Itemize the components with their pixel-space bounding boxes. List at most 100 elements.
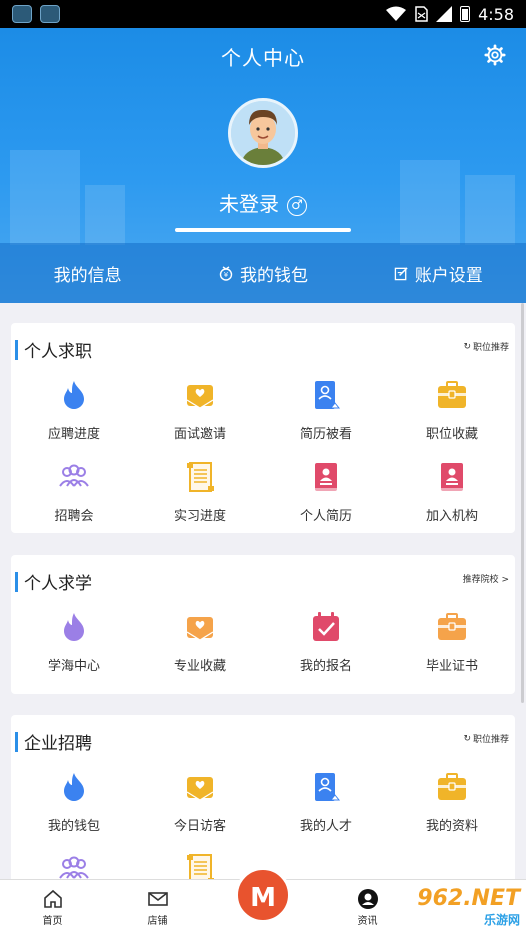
profile-tabs: 我的信息 ¥ 我的钱包 账户设置 — [0, 243, 526, 303]
grid-item-label: 应聘进度 — [47, 427, 100, 442]
section-title-bar — [15, 571, 18, 592]
avatar[interactable] — [228, 98, 298, 168]
grid-item[interactable]: 专业收藏 — [137, 605, 263, 687]
grid-item[interactable]: 今日访客 — [137, 765, 263, 847]
male-icon: ♂ — [287, 195, 307, 216]
screen: 4:58 个人中心 未登录 ♂ 我的信息 ¥ 我的钱包 账户设置 个人求职 ↻ … — [0, 0, 526, 935]
section-study: 个人求学 推荐院校 > 学海中心 专业收藏 我的报名 毕业证书 — [11, 555, 515, 694]
briefcase-icon — [434, 769, 470, 805]
nav-news-label: 资讯 — [357, 916, 378, 927]
tab-account-settings[interactable]: 账户设置 — [351, 261, 526, 286]
section-title-bar — [15, 339, 18, 360]
job-recommend-link[interactable]: ↻ 职位推荐 — [463, 732, 509, 746]
section-title-bar — [15, 731, 18, 752]
tab-my-info[interactable]: 我的信息 — [0, 261, 175, 286]
contact-card-icon — [308, 377, 344, 413]
resume-book-icon — [434, 459, 470, 495]
center-m-button[interactable]: M — [235, 867, 291, 923]
people-icon — [56, 459, 92, 495]
grid-item-label: 简历被看 — [299, 427, 352, 442]
section-title: 个人求学 — [24, 574, 92, 594]
status-time: 4:58 — [478, 4, 514, 24]
signal-icon — [436, 6, 453, 22]
tab-my-info-label: 我的信息 — [53, 265, 122, 286]
study-grid: 学海中心 专业收藏 我的报名 毕业证书 — [11, 605, 515, 687]
refresh-icon: ↻ — [463, 733, 471, 744]
mail-heart-icon — [182, 377, 218, 413]
school-recommend-link[interactable]: 推荐院校 > — [463, 572, 509, 585]
grid-item[interactable]: 加入机构 — [389, 455, 515, 537]
mail-icon — [147, 892, 168, 906]
grid-item[interactable]: 简历被看 — [263, 373, 389, 455]
tab-account-settings-label: 账户设置 — [414, 265, 483, 286]
grid-item-label: 专业收藏 — [173, 659, 226, 674]
grid-item-label: 职位收藏 — [425, 427, 478, 442]
scrollbar[interactable] — [521, 303, 524, 703]
avatar-portrait-icon — [231, 101, 295, 165]
mail-heart-icon — [182, 609, 218, 645]
briefcase-icon — [434, 609, 470, 645]
grid-item-label: 加入机构 — [425, 509, 478, 524]
grid-item[interactable]: 面试邀请 — [137, 373, 263, 455]
grid-item[interactable]: 毕业证书 — [389, 605, 515, 687]
grid-item-label: 我的人才 — [299, 819, 352, 834]
grid-item-label: 毕业证书 — [425, 659, 478, 674]
job-grid: 应聘进度 面试邀请 简历被看 职位收藏招聘会 实习进度 个人简历 加入机构 — [11, 373, 515, 537]
grid-item[interactable]: 应聘进度 — [11, 373, 137, 455]
edit-icon — [394, 266, 408, 280]
grid-item[interactable]: 我的报名 — [263, 605, 389, 687]
grid-item[interactable]: 实习进度 — [137, 455, 263, 537]
money-bag-icon: ¥ — [219, 266, 233, 281]
nav-shop[interactable]: 店铺 — [105, 880, 210, 935]
battery-icon — [460, 6, 471, 22]
grid-item-label: 我的钱包 — [47, 819, 100, 834]
notification-app-icon — [40, 5, 60, 23]
site-watermark: 962.NET 乐游网 — [417, 886, 520, 927]
grid-item-label: 实习进度 — [173, 509, 226, 524]
section-title: 企业招聘 — [24, 734, 92, 754]
grid-item[interactable]: 学海中心 — [11, 605, 137, 687]
wifi-icon — [386, 6, 407, 21]
status-bar: 4:58 — [0, 0, 526, 28]
tab-my-wallet-label: 我的钱包 — [239, 265, 308, 286]
grid-item-label: 今日访客 — [173, 819, 226, 834]
scroll-icon — [182, 459, 218, 495]
nav-home-label: 首页 — [42, 916, 63, 927]
grid-item[interactable]: 职位收藏 — [389, 373, 515, 455]
username-underline — [175, 228, 351, 232]
mail-heart-icon — [182, 769, 218, 805]
briefcase-icon — [434, 377, 470, 413]
flame-icon — [56, 377, 92, 413]
tab-my-wallet[interactable]: ¥ 我的钱包 — [175, 261, 350, 286]
grid-item[interactable]: 我的人才 — [263, 765, 389, 847]
notification-app-icon — [12, 5, 32, 23]
refresh-icon: ↻ — [463, 341, 471, 352]
job-recommend-link[interactable]: ↻ 职位推荐 — [463, 340, 509, 354]
calendar-check-icon — [308, 609, 344, 645]
grid-item[interactable]: 我的钱包 — [11, 765, 137, 847]
nav-news[interactable]: 资讯 — [315, 880, 420, 935]
resume-book-icon — [308, 459, 344, 495]
flame-icon — [56, 769, 92, 805]
home-icon — [43, 889, 62, 908]
section-job-seeking: 个人求职 ↻ 职位推荐 应聘进度 面试邀请 简历被看 职位收藏招聘会 实习进度 个人简历 加… — [11, 323, 515, 533]
flame-icon — [56, 609, 92, 645]
username[interactable]: 未登录 ♂ — [0, 188, 526, 217]
svg-text:¥: ¥ — [224, 271, 229, 279]
section-title: 个人求职 — [24, 342, 92, 362]
grid-item[interactable]: 个人简历 — [263, 455, 389, 537]
no-sim-icon — [415, 6, 428, 22]
nav-shop-label: 店铺 — [147, 916, 168, 927]
grid-item[interactable]: 招聘会 — [11, 455, 137, 537]
username-text: 未登录 — [219, 192, 279, 216]
grid-item-label: 学海中心 — [47, 659, 100, 674]
contact-card-icon — [308, 769, 344, 805]
grid-item[interactable]: 我的资料 — [389, 765, 515, 847]
gear-icon[interactable] — [484, 44, 506, 66]
person-circle-icon — [357, 889, 378, 909]
profile-header: 个人中心 未登录 ♂ 我的信息 ¥ 我的钱包 账户设置 — [0, 28, 526, 303]
grid-item-label: 个人简历 — [299, 509, 352, 524]
grid-item-label: 招聘会 — [54, 509, 94, 524]
nav-home[interactable]: 首页 — [0, 880, 105, 935]
page-title: 个人中心 — [221, 46, 305, 70]
